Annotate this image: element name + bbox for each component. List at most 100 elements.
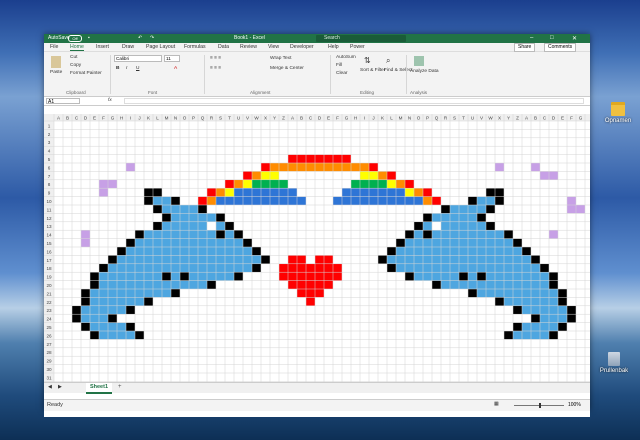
zoom-level[interactable]: 100% bbox=[568, 402, 581, 408]
pixel-cell bbox=[477, 255, 486, 264]
pixel-cell bbox=[234, 272, 243, 281]
pixel-cell bbox=[135, 255, 144, 264]
pixel-cell bbox=[495, 238, 504, 247]
pixel-cell bbox=[513, 280, 522, 289]
font-name-select[interactable]: Calibri bbox=[114, 55, 162, 62]
pixel-cell bbox=[324, 255, 333, 264]
autosave-toggle-wrap[interactable]: Off bbox=[68, 35, 82, 42]
pixel-cell bbox=[117, 255, 126, 264]
pixel-cell bbox=[351, 163, 360, 172]
pixel-cell bbox=[432, 263, 441, 273]
undo-icon[interactable]: ↶ bbox=[138, 35, 142, 41]
comments-button[interactable]: Comments bbox=[544, 43, 577, 52]
tab-developer[interactable]: Developer bbox=[290, 44, 314, 50]
pixel-cell bbox=[513, 255, 522, 264]
pixel-cell bbox=[135, 331, 144, 340]
font-color-icon[interactable]: A bbox=[174, 66, 177, 71]
tab-view[interactable]: View bbox=[268, 44, 279, 50]
pixel-cell bbox=[306, 154, 315, 163]
italic-button[interactable]: I bbox=[126, 66, 127, 71]
cut-button[interactable]: Cut bbox=[70, 55, 77, 60]
column-header: W bbox=[488, 116, 493, 121]
tab-home[interactable]: Home bbox=[70, 44, 84, 51]
pixel-cell bbox=[171, 221, 180, 231]
recycle-bin-desktop-icon[interactable]: Prullenbak bbox=[594, 352, 634, 374]
find-icon[interactable]: ⌕ bbox=[386, 56, 390, 66]
close-button[interactable]: ✕ bbox=[572, 35, 577, 42]
tab-data[interactable]: Data bbox=[218, 44, 229, 50]
share-button[interactable]: Share bbox=[514, 43, 536, 52]
find-select-button[interactable]: Find & Select bbox=[384, 68, 413, 73]
paste-button[interactable]: Paste bbox=[50, 70, 62, 75]
zoom-slider-thumb[interactable] bbox=[539, 403, 541, 408]
format-painter-button[interactable]: Format Painter bbox=[70, 71, 102, 76]
autosave-toggle[interactable]: Off bbox=[68, 35, 82, 42]
pixel-cell bbox=[288, 280, 297, 289]
search-input[interactable]: Search bbox=[316, 35, 406, 42]
tab-review[interactable]: Review bbox=[240, 44, 257, 50]
save-icon[interactable]: ▪ bbox=[88, 35, 90, 41]
merge-center-button[interactable]: Merge & Center bbox=[270, 66, 304, 71]
pixel-cell bbox=[234, 196, 243, 205]
tab-formulas[interactable]: Formulas bbox=[184, 44, 206, 50]
column-header: H bbox=[120, 116, 123, 121]
pixel-cell bbox=[171, 213, 180, 222]
align-left-icon[interactable]: ≡ ≡ ≡ bbox=[210, 66, 221, 71]
pixel-cell bbox=[171, 238, 180, 247]
pixel-cell bbox=[171, 247, 180, 256]
worksheet-grid[interactable]: ABCDEFGHIJKLMNOPQRSTUVWXYZABCDEFGHIJKLMN… bbox=[44, 114, 590, 417]
sort-filter-button[interactable]: Sort & Filter bbox=[360, 68, 385, 73]
prev-sheet-icon[interactable]: ◀ bbox=[48, 385, 52, 390]
tab-file[interactable]: File bbox=[50, 44, 58, 50]
pixel-cell bbox=[117, 331, 126, 340]
tab-draw[interactable]: Draw bbox=[122, 44, 134, 50]
pixel-cell bbox=[468, 247, 477, 256]
formula-input[interactable] bbox=[124, 98, 584, 104]
pixel-cell bbox=[342, 154, 351, 163]
next-sheet-icon[interactable]: ▶ bbox=[58, 385, 62, 390]
pixel-cell bbox=[396, 238, 405, 247]
row-header: 4 bbox=[48, 149, 51, 154]
font-size-select[interactable]: 11 bbox=[164, 55, 180, 62]
redo-icon[interactable]: ↷ bbox=[150, 35, 154, 41]
formula-bar: A1 fx bbox=[44, 97, 590, 106]
sheet1-tab[interactable]: Sheet1 bbox=[86, 383, 112, 394]
pixel-cell bbox=[333, 154, 342, 163]
folder-desktop-icon[interactable]: Opnamen bbox=[598, 102, 638, 124]
fill-button[interactable]: Fill bbox=[336, 63, 342, 68]
tab-insert[interactable]: Insert bbox=[96, 44, 109, 50]
tab-power[interactable]: Power bbox=[350, 44, 365, 50]
pixel-cell bbox=[144, 297, 153, 306]
autosum-button[interactable]: AutoSum bbox=[336, 55, 356, 60]
analyze-data-button[interactable]: Analyze Data bbox=[410, 69, 439, 74]
underline-button[interactable]: U bbox=[136, 66, 139, 71]
wrap-text-button[interactable]: Wrap Text bbox=[270, 56, 291, 61]
sort-icon[interactable]: ⇅ bbox=[364, 56, 371, 65]
maximize-button[interactable]: □ bbox=[550, 35, 554, 41]
copy-button[interactable]: Copy bbox=[70, 63, 81, 68]
pixel-cell bbox=[549, 171, 558, 180]
analyze-data-icon[interactable] bbox=[414, 56, 424, 66]
align-top-icon[interactable]: ≡ ≡ ≡ bbox=[210, 56, 221, 61]
pixel-cell bbox=[207, 188, 216, 197]
pixel-cell bbox=[396, 263, 405, 273]
normal-view-icon[interactable]: ▦ bbox=[494, 402, 499, 407]
pixel-cell bbox=[108, 297, 117, 306]
pixel-art-canvas[interactable]: ABCDEFGHIJKLMNOPQRSTUVWXYZABCDEFGHIJKLMN… bbox=[44, 114, 590, 382]
pixel-cell bbox=[396, 196, 405, 205]
tab-page-layout[interactable]: Page Layout bbox=[146, 44, 175, 50]
clear-button[interactable]: Clear bbox=[336, 71, 347, 76]
add-sheet-button[interactable]: + bbox=[118, 384, 122, 390]
pixel-cell bbox=[81, 297, 90, 306]
pixel-cell bbox=[252, 263, 261, 273]
pixel-cell bbox=[243, 179, 252, 189]
paste-icon[interactable] bbox=[51, 56, 61, 68]
pixel-cell bbox=[414, 188, 423, 197]
tab-help[interactable]: Help bbox=[328, 44, 339, 50]
minimize-button[interactable]: – bbox=[530, 35, 533, 41]
recycle-bin-label: Prullenbak bbox=[599, 368, 629, 374]
row-header: 7 bbox=[48, 174, 51, 179]
fx-icon[interactable]: fx bbox=[108, 98, 112, 103]
bold-button[interactable]: B bbox=[116, 66, 119, 71]
name-box[interactable]: A1 bbox=[46, 98, 80, 105]
